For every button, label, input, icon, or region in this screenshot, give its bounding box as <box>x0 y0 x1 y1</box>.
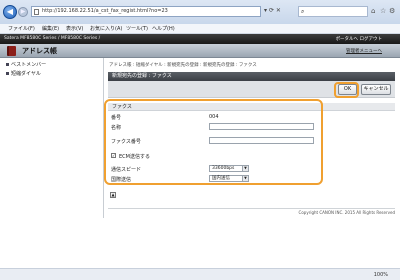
sidebar-item-speed-dial[interactable]: 短縮ダイヤル <box>6 70 41 77</box>
address-bar[interactable]: http://192.168.22.51/a_cst_fax_regist.ht… <box>31 6 261 17</box>
url-text: http://192.168.22.51/a_cst_fax_regist.ht… <box>42 8 168 14</box>
sidebar-item-label: ベストメンバー <box>11 62 47 68</box>
page-title: アドレス帳 <box>22 47 57 55</box>
section-highlight <box>104 99 323 185</box>
menu-edit[interactable]: 編集(E) <box>42 24 59 34</box>
refresh-icon[interactable]: ⟳ <box>269 7 274 14</box>
forward-arrow-icon[interactable]: ▶ <box>18 7 28 17</box>
home-icon[interactable]: ⌂ <box>371 7 375 15</box>
menu-file[interactable]: ファイル(F) <box>8 24 35 34</box>
panel-title: 新規宛先の登録 : ファクス <box>108 72 395 81</box>
sidebar-item-label: 短縮ダイヤル <box>11 71 41 77</box>
portal-logout-links[interactable]: ポータルへ ログアウト <box>336 36 382 42</box>
back-arrow-icon[interactable]: ◀ <box>3 5 17 19</box>
search-icon[interactable]: ⌕ <box>301 8 304 16</box>
stop-icon[interactable]: ✕ <box>276 7 281 14</box>
back-to-top-icon[interactable]: ▲ <box>110 192 116 198</box>
menu-tools[interactable]: ツール(T) <box>126 24 148 34</box>
breadcrumb: アドレス帳 : 短縮ダイヤル : 新規宛先の登録 : 新規宛先の登録 : ファク… <box>109 63 257 68</box>
status-bar: 100% <box>0 268 400 280</box>
star-icon[interactable]: ☆ <box>380 7 386 15</box>
sidebar-item-best-members[interactable]: ベストメンバー <box>6 61 46 68</box>
address-buttons[interactable]: ▾ ⟳ ✕ <box>264 7 281 14</box>
zoom-level[interactable]: 100% <box>374 272 388 278</box>
ok-highlight <box>334 82 359 98</box>
gear-icon[interactable]: ⚙ <box>389 7 395 15</box>
bullet-icon <box>6 72 9 75</box>
device-line: Satera MF8580C Series / MF8580C Series / <box>4 36 101 41</box>
admin-menu-link[interactable]: 管理者メニューへ <box>346 48 382 54</box>
copyright: Copyright CANON INC. 2015 All Rights Res… <box>108 208 395 215</box>
menu-view[interactable]: 表示(V) <box>66 24 83 34</box>
browser-window: ◀ ▶ http://192.168.22.51/a_cst_fax_regis… <box>0 0 400 280</box>
search-box[interactable]: ⌕ <box>298 6 368 17</box>
app-header: アドレス帳 <box>0 44 400 58</box>
menu-bar: ファイル(F) 編集(E) 表示(V) お気に入り(A) ツール(T) ヘルプ(… <box>0 24 400 34</box>
address-row: ◀ ▶ http://192.168.22.51/a_cst_fax_regis… <box>0 0 400 24</box>
menu-help[interactable]: ヘルプ(H) <box>152 24 175 34</box>
menu-favorites[interactable]: お気に入り(A) <box>90 24 122 34</box>
address-book-icon <box>7 46 16 56</box>
bullet-icon <box>6 63 9 66</box>
compat-icon[interactable]: ▾ <box>264 7 267 14</box>
page-icon <box>34 9 39 15</box>
sidebar: ベストメンバー 短縮ダイヤル <box>0 58 104 218</box>
cancel-button[interactable]: キャンセル <box>361 84 391 95</box>
